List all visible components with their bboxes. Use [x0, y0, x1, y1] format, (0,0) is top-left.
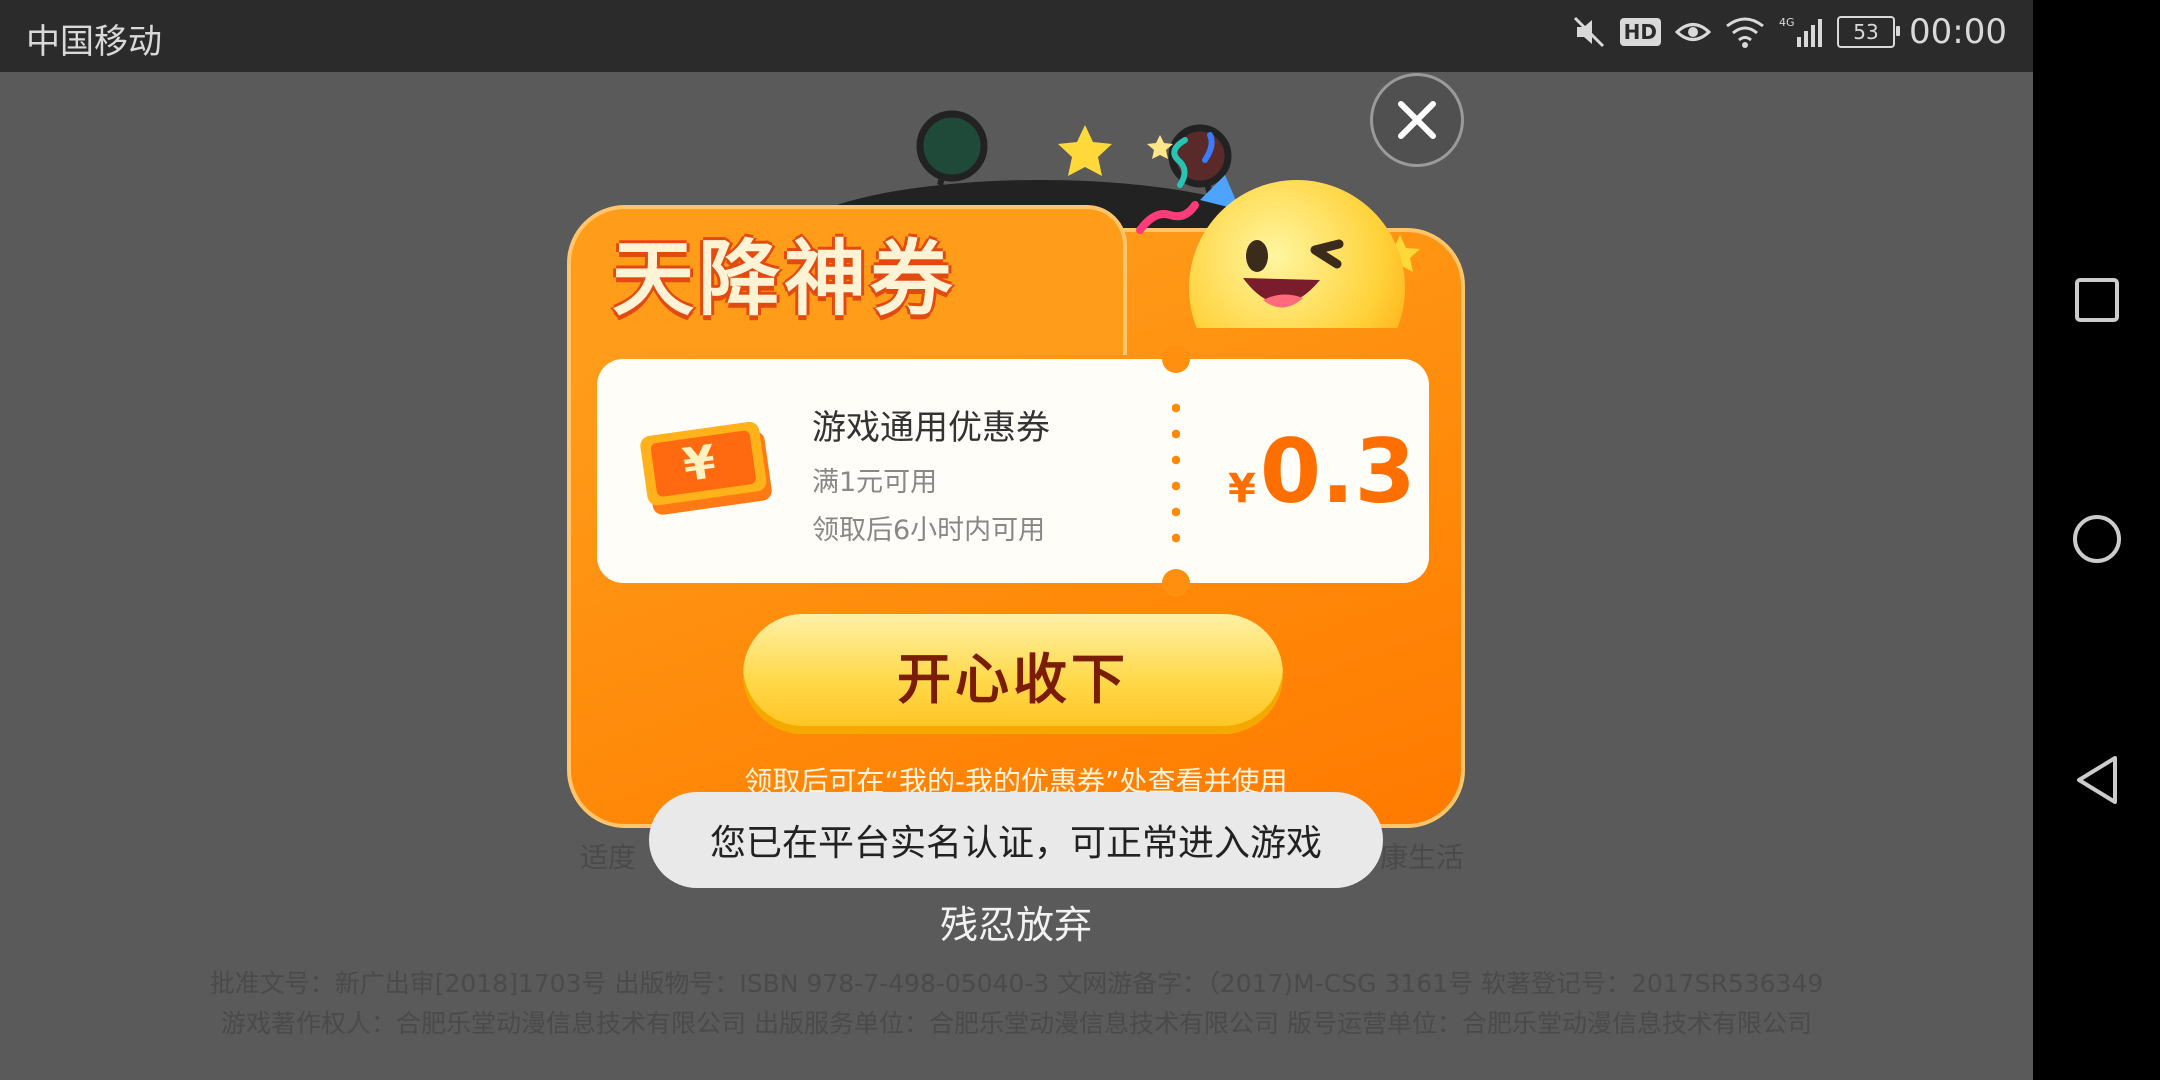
- winking-emoji-icon: [1189, 180, 1405, 328]
- mute-icon: [1572, 15, 1606, 49]
- star-icon: [1147, 135, 1173, 159]
- close-icon: [1398, 101, 1436, 139]
- cellular-signal-icon: 4G: [1779, 15, 1823, 49]
- network-type-label: 4G: [1779, 16, 1795, 29]
- recent-apps-button[interactable]: [2071, 274, 2123, 326]
- status-bar: 中国移动 HD 4G 53 00:00: [0, 0, 2033, 72]
- square-icon: [2075, 278, 2119, 322]
- currency-symbol: ¥: [1228, 466, 1256, 512]
- hd-icon: HD: [1619, 18, 1662, 46]
- give-up-button[interactable]: 残忍放弃: [567, 894, 1465, 949]
- legal-info-line-1: 批准文号：新广出审[2018]1703号 出版物号：ISBN 978-7-498…: [209, 969, 1824, 998]
- triangle-back-icon: [2077, 756, 2117, 804]
- coupon-notch-top: [1162, 345, 1190, 373]
- clock: 00:00: [1909, 12, 2007, 52]
- coupon-condition: 满1元可用: [812, 467, 938, 498]
- coupon-perforation: [1172, 395, 1180, 555]
- wifi-icon: [1725, 16, 1765, 48]
- accept-coupon-button[interactable]: 开心收下: [743, 614, 1283, 734]
- star-icon: [1058, 125, 1112, 176]
- coupon-amount: ¥ 0.3: [1228, 420, 1416, 523]
- back-button[interactable]: [2071, 754, 2123, 806]
- status-icons: HD 4G 53 00:00: [1572, 12, 2007, 52]
- battery-level: 53: [1853, 20, 1879, 44]
- carrier-name: 中国移动: [26, 22, 162, 62]
- coupon-value: 0.3: [1259, 420, 1416, 523]
- toast-message: 您已在平台实名认证，可正常进入游戏: [649, 792, 1383, 888]
- coupon-name: 游戏通用优惠券: [812, 408, 1050, 448]
- legal-info-line-2: 游戏著作权人：合肥乐堂动漫信息技术有限公司 出版服务单位：合肥乐堂动漫信息技术有…: [221, 1009, 1812, 1038]
- coupon-notch-bottom: [1162, 569, 1190, 597]
- home-button[interactable]: [2071, 513, 2123, 565]
- battery-icon: 53: [1837, 16, 1901, 48]
- system-nav-bar: [2033, 0, 2160, 1080]
- close-popup-button[interactable]: [1370, 73, 1464, 167]
- eye-comfort-icon: [1675, 17, 1712, 47]
- yen-ticket-icon: ¥: [640, 421, 772, 515]
- background-notice-fragment-left: 适度: [580, 841, 637, 874]
- popup-title: 天降神券: [612, 232, 957, 327]
- coupon-validity: 领取后6小时内可用: [812, 515, 1046, 546]
- circle-icon: [2073, 515, 2121, 563]
- background-notice-fragment-right: 康生活: [1380, 841, 1465, 874]
